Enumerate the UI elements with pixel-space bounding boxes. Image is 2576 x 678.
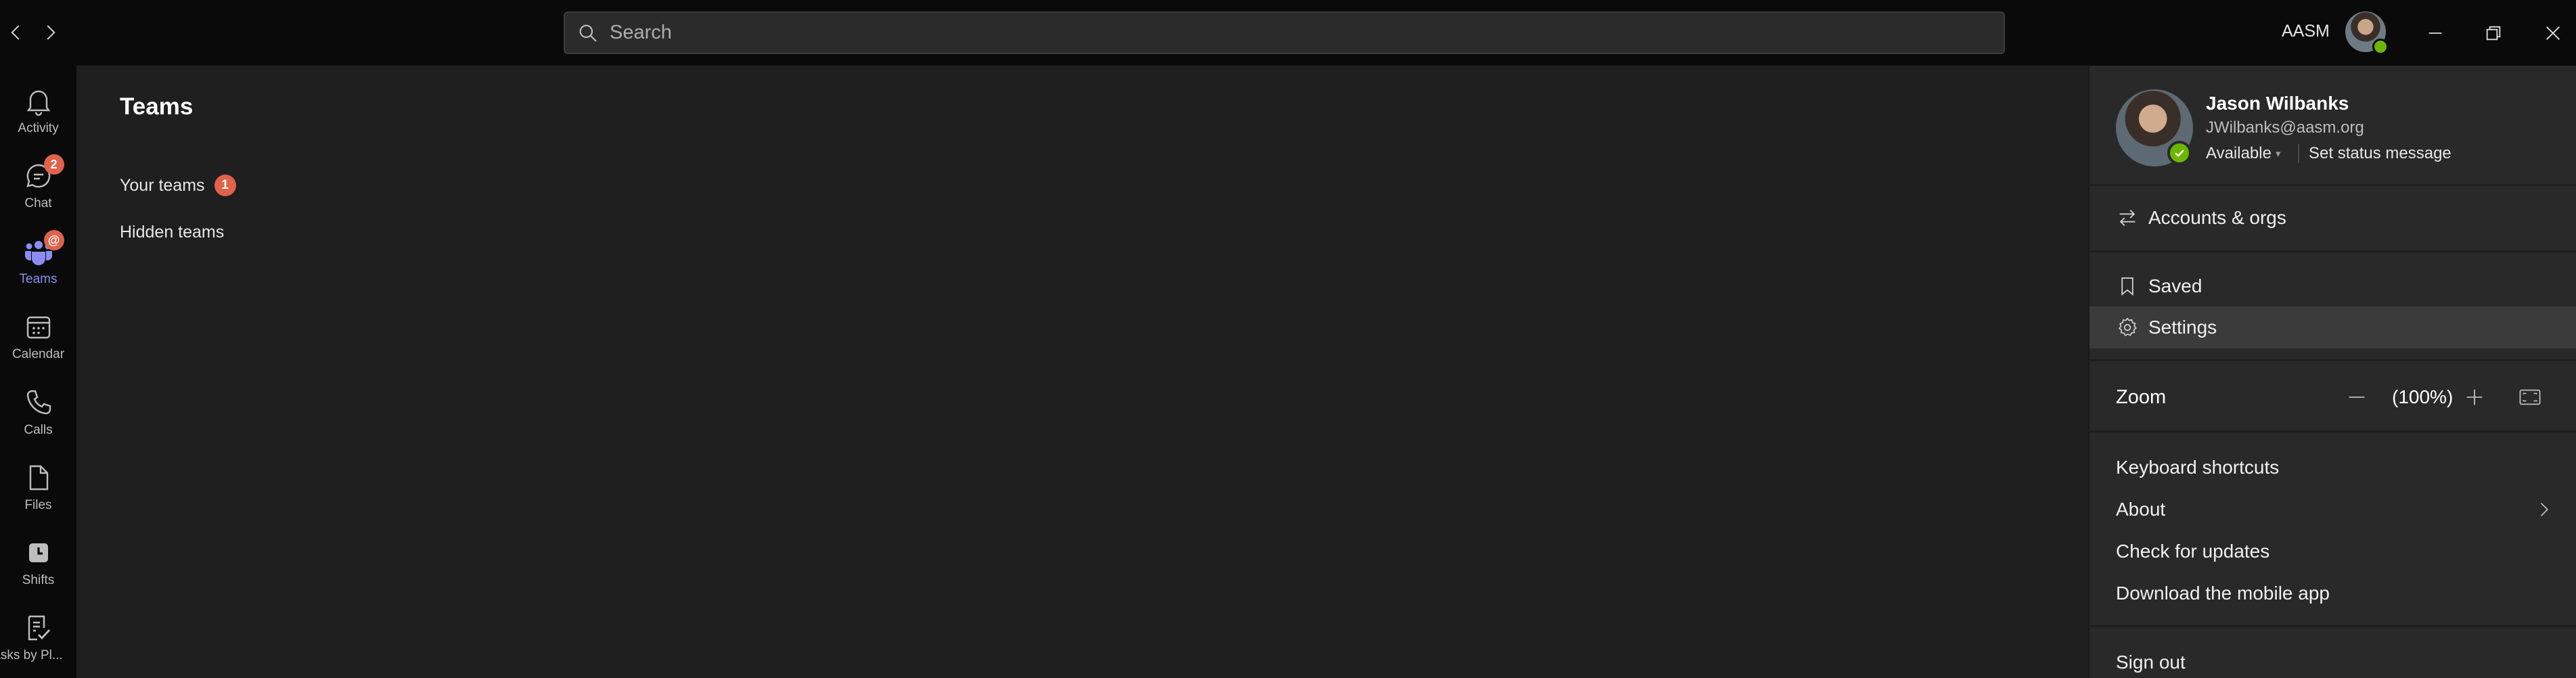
rail-label: Activity [18, 121, 59, 135]
mention-badge: @ [43, 230, 64, 250]
accounts-orgs-item[interactable]: Accounts & orgs [2089, 197, 2576, 239]
your-teams-label: Your teams [120, 175, 205, 195]
chat-badge: 2 [43, 154, 64, 175]
keyboard-shortcuts-label: Keyboard shortcuts [2116, 457, 2280, 478]
tasks-icon [22, 612, 55, 644]
profile-avatar[interactable] [2116, 89, 2193, 166]
profile-menu-panel: Jason Wilbanks JWilbanks@aasm.org Availa… [2088, 66, 2576, 678]
your-teams-section[interactable]: Your teams 1 [120, 175, 236, 196]
profile-name: Jason Wilbanks [2206, 93, 2349, 114]
zoom-control: Zoom (100%) [2089, 376, 2576, 418]
divider [2089, 625, 2576, 627]
restore-icon[interactable] [2477, 16, 2510, 50]
phone-icon [22, 386, 55, 419]
org-label[interactable]: AASM [2282, 22, 2330, 41]
avatar[interactable] [2345, 12, 2389, 55]
presence-indicator [2372, 39, 2389, 55]
download-mobile-app-label: Download the mobile app [2116, 583, 2330, 604]
close-icon[interactable] [2536, 16, 2570, 50]
rail-label: Teams [19, 272, 58, 286]
download-mobile-app-item[interactable]: Download the mobile app [2089, 572, 2576, 614]
zoom-out-icon[interactable] [2345, 386, 2368, 409]
profile-email: JWilbanks@aasm.org [2206, 118, 2364, 137]
title-bar: Search AASM [0, 0, 2576, 66]
rail-label: Files [24, 498, 52, 512]
rail-label: Calendar [12, 347, 65, 361]
search-placeholder: Search [610, 22, 672, 43]
chevron-right-icon [2534, 500, 2553, 519]
search-input[interactable]: Search [564, 12, 2005, 54]
saved-item[interactable]: Saved [2089, 265, 2576, 307]
rail-label: Shifts [22, 573, 55, 587]
page-title: Teams [120, 93, 194, 120]
bookmark-icon [2116, 275, 2139, 298]
status-label: Available [2206, 144, 2272, 162]
status-dropdown[interactable]: Available ▾ [2206, 144, 2281, 163]
teams-icon: @ [22, 230, 64, 268]
clock-icon [22, 537, 55, 569]
divider [2089, 250, 2576, 252]
rail-item-teams[interactable]: @ Teams [0, 223, 76, 294]
rail-item-calls[interactable]: Calls [0, 374, 76, 445]
settings-label: Settings [2148, 317, 2217, 338]
zoom-level: (100%) [2392, 386, 2454, 407]
switch-arrows-icon [2116, 206, 2139, 229]
sign-out-item[interactable]: Sign out [2089, 641, 2576, 678]
accounts-orgs-label: Accounts & orgs [2148, 207, 2286, 228]
about-item[interactable]: About [2089, 489, 2576, 530]
sign-out-label: Sign out [2116, 652, 2186, 673]
hidden-teams-label: Hidden teams [120, 223, 225, 242]
calendar-icon [22, 311, 55, 343]
your-teams-badge: 1 [214, 175, 236, 196]
chevron-down-icon: ▾ [2275, 148, 2281, 160]
rail-item-shifts[interactable]: Shifts [0, 524, 76, 595]
chat-icon: 2 [22, 154, 64, 192]
minimize-icon[interactable] [2418, 16, 2452, 50]
settings-item[interactable]: Settings [2089, 307, 2576, 348]
about-label: About [2116, 499, 2166, 520]
file-icon [22, 461, 55, 494]
rail-item-activity[interactable]: Activity [0, 72, 76, 143]
rail-label: asks by Pl... [0, 648, 63, 662]
rail-item-chat[interactable]: 2 Chat [0, 148, 76, 219]
rail-label: Calls [24, 423, 53, 437]
divider [2089, 359, 2576, 361]
saved-label: Saved [2148, 275, 2202, 296]
app-bar: Activity 2 Chat @ Teams Calendar Calls F… [0, 66, 76, 678]
bell-icon [22, 85, 55, 117]
rail-item-calendar[interactable]: Calendar [0, 298, 76, 369]
divider [2089, 184, 2576, 186]
set-status-message-button[interactable]: Set status message [2298, 144, 2451, 163]
keyboard-shortcuts-item[interactable]: Keyboard shortcuts [2089, 447, 2576, 489]
check-for-updates-item[interactable]: Check for updates [2089, 530, 2576, 572]
gear-icon [2116, 316, 2139, 339]
rail-item-files[interactable]: Files [0, 449, 76, 520]
forward-arrow-icon[interactable] [34, 16, 66, 49]
fit-to-screen-icon[interactable] [2518, 386, 2542, 409]
hidden-teams-section[interactable]: Hidden teams [120, 223, 224, 242]
zoom-in-icon[interactable] [2463, 386, 2486, 409]
rail-item-tasks[interactable]: asks by Pl... [0, 600, 76, 671]
zoom-label: Zoom [2116, 386, 2167, 408]
rail-label: Chat [24, 196, 52, 210]
check-for-updates-label: Check for updates [2116, 541, 2270, 562]
presence-available-icon [2167, 141, 2192, 165]
divider [2089, 430, 2576, 432]
teams-app-window: Search AASM Activity 2 Chat @ Teams Cale… [0, 0, 2576, 678]
search-icon [577, 22, 599, 44]
back-arrow-icon[interactable] [0, 16, 32, 49]
